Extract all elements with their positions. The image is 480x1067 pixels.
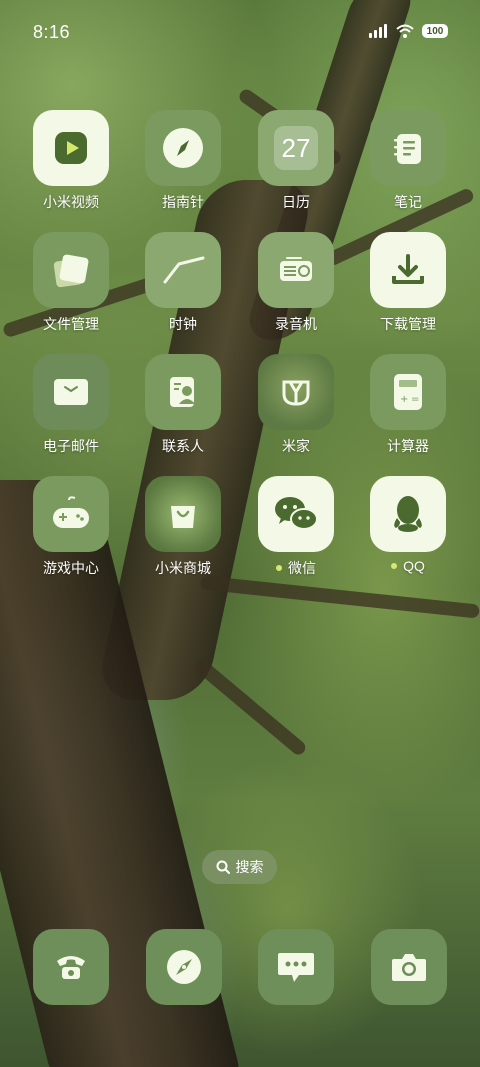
battery-level: 100 <box>426 25 444 37</box>
phone-icon <box>57 956 85 979</box>
search-button[interactable]: 搜索 <box>202 850 277 884</box>
app-label: 笔记 <box>394 194 422 210</box>
camera-icon <box>392 954 426 981</box>
status-time: 8:16 <box>33 22 71 42</box>
qq-icon <box>370 476 446 552</box>
app-label: 日历 <box>282 194 310 210</box>
mail-icon <box>33 354 109 430</box>
video-icon <box>33 110 109 186</box>
signal-icon <box>369 24 387 38</box>
calculator-icon: + = <box>370 354 446 430</box>
svg-text:+: + <box>400 394 408 405</box>
wifi-icon <box>396 24 414 38</box>
app-download-manager[interactable]: 下载管理 <box>358 232 458 334</box>
app-clock[interactable]: 时钟 <box>133 232 233 334</box>
dock-browser[interactable] <box>146 929 222 1005</box>
svg-text:=: = <box>411 394 419 405</box>
app-label: QQ <box>358 558 458 574</box>
mijia-icon <box>258 354 334 430</box>
new-indicator-dot <box>276 565 282 571</box>
app-label-text: 微信 <box>288 560 316 576</box>
calendar-date: 27 <box>274 126 318 170</box>
app-wechat[interactable]: 微信 <box>246 476 346 578</box>
app-calendar[interactable]: 27 日历 <box>246 110 346 212</box>
shopping-bag-icon <box>145 476 221 552</box>
app-label: 米家 <box>282 438 310 454</box>
recorder-icon <box>258 232 334 308</box>
app-compass[interactable]: 指南针 <box>133 110 233 212</box>
app-label-text: QQ <box>403 558 425 574</box>
app-mi-store[interactable]: 小米商城 <box>133 476 233 578</box>
gamepad-icon <box>33 476 109 552</box>
app-mijia[interactable]: 米家 <box>246 354 346 456</box>
messages-icon <box>278 953 314 982</box>
app-label: 录音机 <box>275 316 317 332</box>
app-recorder[interactable]: 录音机 <box>246 232 346 334</box>
new-indicator-dot <box>391 563 398 569</box>
app-label: 下载管理 <box>380 316 436 332</box>
battery-icon: 100 <box>422 24 448 38</box>
folder-icon <box>33 232 109 308</box>
app-label: 联系人 <box>162 438 204 454</box>
app-contacts[interactable]: 联系人 <box>133 354 233 456</box>
search-label: 搜索 <box>235 859 264 875</box>
dock-messages[interactable] <box>258 929 334 1005</box>
dock-phone[interactable] <box>33 929 109 1005</box>
search-icon <box>216 860 230 874</box>
status-icons: 100 <box>368 24 448 38</box>
browser-compass-icon <box>167 950 201 984</box>
app-qq[interactable]: QQ <box>358 476 458 574</box>
app-notes[interactable]: 笔记 <box>358 110 458 212</box>
wechat-icon <box>258 476 334 552</box>
app-calculator[interactable]: + = 计算器 <box>358 354 458 456</box>
dock-camera[interactable] <box>371 929 447 1005</box>
compass-icon <box>145 110 221 186</box>
app-label: 计算器 <box>387 438 429 454</box>
app-email[interactable]: 电子邮件 <box>21 354 121 456</box>
app-label: 文件管理 <box>43 316 99 332</box>
contacts-icon <box>145 354 221 430</box>
app-xiaomi-video[interactable]: 小米视频 <box>21 110 121 212</box>
status-bar: 8:16 100 <box>0 0 480 60</box>
download-icon <box>370 232 446 308</box>
app-file-manager[interactable]: 文件管理 <box>21 232 121 334</box>
notes-icon <box>370 110 446 186</box>
app-label: 小米视频 <box>43 194 99 210</box>
app-label: 游戏中心 <box>43 560 99 576</box>
app-label: 电子邮件 <box>43 438 99 454</box>
app-label: 小米商城 <box>155 560 211 576</box>
app-label: 微信 <box>246 558 346 578</box>
clock-icon <box>145 232 221 308</box>
app-label: 指南针 <box>162 194 204 210</box>
app-game-center[interactable]: 游戏中心 <box>21 476 121 578</box>
app-label: 时钟 <box>169 316 197 332</box>
calendar-icon: 27 <box>258 110 334 186</box>
